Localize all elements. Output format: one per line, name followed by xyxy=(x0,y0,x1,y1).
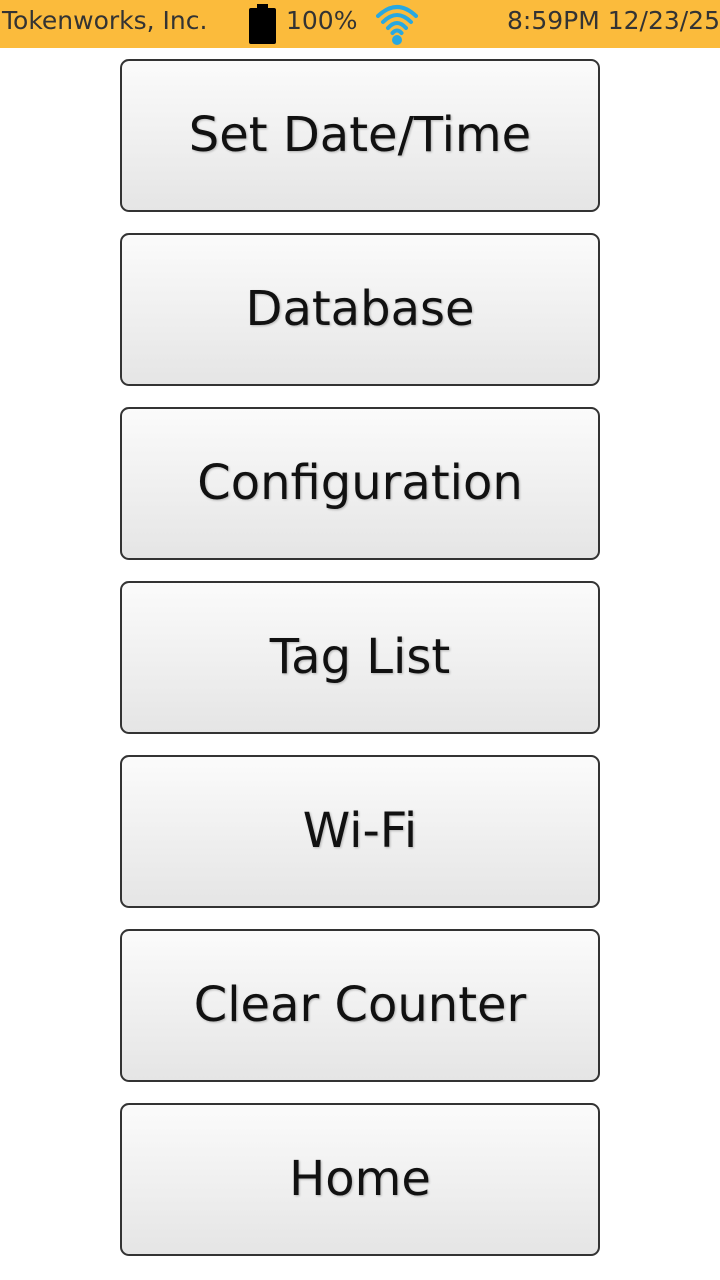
configuration-button[interactable]: Configuration xyxy=(120,407,600,560)
home-button[interactable]: Home xyxy=(120,1103,600,1256)
wifi-icon xyxy=(376,5,418,45)
settings-menu: Set Date/Time Database Configuration Tag… xyxy=(120,59,600,1277)
wifi-button[interactable]: Wi-Fi xyxy=(120,755,600,908)
clear-counter-button[interactable]: Clear Counter xyxy=(120,929,600,1082)
status-datetime: 8:59PM 12/23/25 xyxy=(506,6,720,35)
battery-level: 100% xyxy=(286,6,358,35)
set-date-time-button[interactable]: Set Date/Time xyxy=(120,59,600,212)
company-name: Tokenworks, Inc. xyxy=(2,6,208,35)
battery-full-icon xyxy=(249,4,276,44)
database-button[interactable]: Database xyxy=(120,233,600,386)
tag-list-button[interactable]: Tag List xyxy=(120,581,600,734)
status-bar: Tokenworks, Inc. 100% 8:59PM 12/23/25 xyxy=(0,0,720,48)
